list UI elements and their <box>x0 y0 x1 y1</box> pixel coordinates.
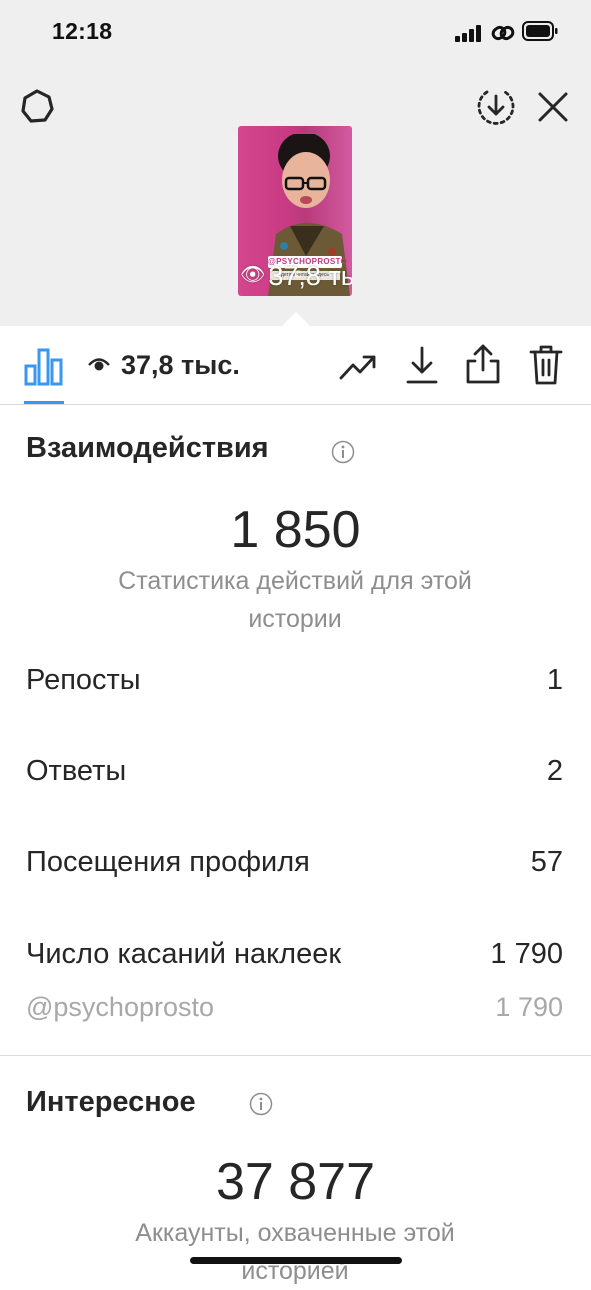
interactions-caption: Статистика действий для этой истории <box>118 567 472 633</box>
info-icon[interactable] <box>249 1092 273 1116</box>
delete-trash-icon[interactable] <box>528 344 564 386</box>
views-count[interactable]: 37,8 тыс. <box>121 350 240 381</box>
discovery-title: Интересное <box>26 1086 196 1118</box>
replies-label: Ответы <box>26 755 127 787</box>
close-icon[interactable] <box>534 88 572 126</box>
sticker-taps-value: 1 790 <box>490 938 563 970</box>
section-divider <box>0 1055 591 1056</box>
promote-trend-icon[interactable] <box>338 348 378 384</box>
share-icon[interactable] <box>464 343 502 385</box>
insights-tab-indicator <box>24 401 64 404</box>
profile-visits-value: 57 <box>530 846 563 878</box>
sticker-taps-label: Число касаний наклеек <box>26 938 342 970</box>
interactions-total: 1 850 <box>230 501 361 559</box>
reach-caption: Аккаунты, охваченные этой историей <box>135 1219 455 1285</box>
sticker-mention-label[interactable]: @psychoprosto <box>26 992 214 1023</box>
status-bar: 12:18 <box>0 0 591 64</box>
thumbnail-pointer <box>282 312 310 326</box>
sticker-mention-value: 1 790 <box>495 992 563 1022</box>
insights-bars-icon[interactable] <box>24 348 64 386</box>
interactions-title: Взаимодействия <box>26 432 269 464</box>
home-indicator <box>190 1257 402 1264</box>
eye-icon <box>88 358 110 371</box>
story-views-overlay: 👁37,8 тыс. <box>240 261 352 291</box>
save-to-device-icon[interactable] <box>475 86 517 128</box>
story-thumbnail[interactable]: @PSYCHOPROSTO детям читайте здесь 👁 37,8 … <box>238 126 352 296</box>
replies-value: 2 <box>546 755 563 787</box>
eye-icon: 👁 <box>240 264 266 286</box>
signal-icon <box>455 24 485 42</box>
profile-visits-label: Посещения профиля <box>26 846 310 878</box>
download-icon[interactable] <box>404 345 440 385</box>
info-icon[interactable] <box>331 440 355 464</box>
gear-icon[interactable] <box>16 86 58 128</box>
reach-total: 37 877 <box>215 1153 376 1211</box>
story-toolbar: 37,8 тыс. <box>0 326 591 405</box>
reposts-label: Репосты <box>26 664 141 696</box>
reposts-value: 1 <box>546 664 563 696</box>
link-icon <box>491 25 515 41</box>
status-time: 12:18 <box>52 18 113 44</box>
battery-icon <box>522 21 558 41</box>
